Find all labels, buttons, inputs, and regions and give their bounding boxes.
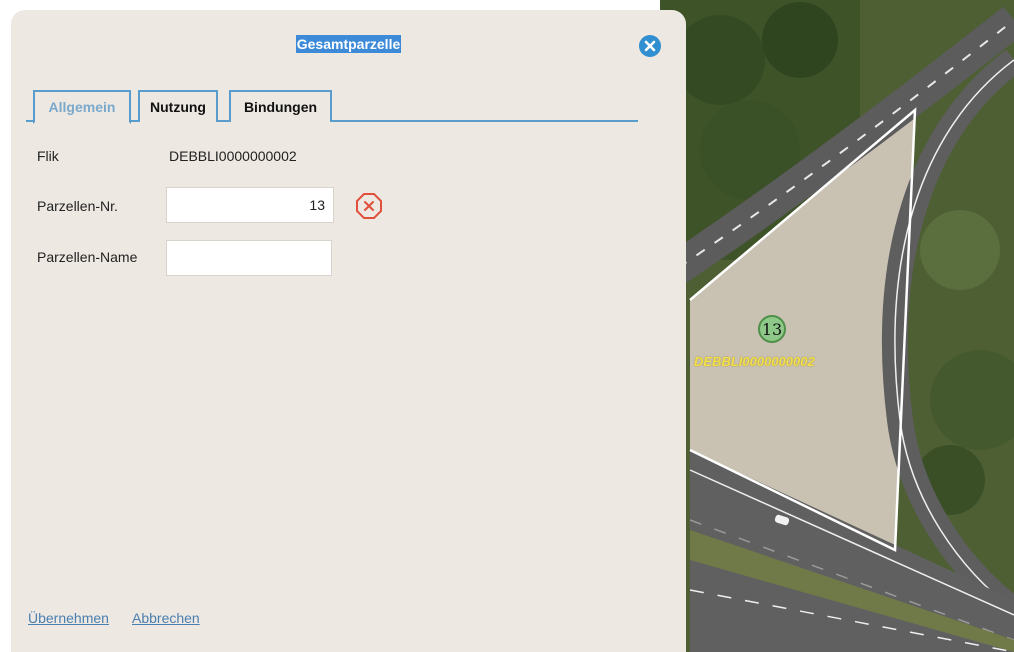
tab-allgemein[interactable]: Allgemein xyxy=(33,90,131,124)
clear-parzellen-nr-button[interactable] xyxy=(355,192,383,220)
flik-label: Flik xyxy=(37,148,59,164)
tab-nutzung[interactable]: Nutzung xyxy=(138,90,218,122)
clear-icon xyxy=(356,193,382,219)
parcel-dialog: Gesamtparzelle Allgemein Nutzung Bindung… xyxy=(11,10,686,652)
cancel-link[interactable]: Abbrechen xyxy=(132,610,200,626)
flik-value: DEBBLI0000000002 xyxy=(169,148,297,164)
dialog-title: Gesamtparzelle xyxy=(11,35,686,53)
tab-allgemein-label: Allgemein xyxy=(48,99,116,115)
tab-bindungen[interactable]: Bindungen xyxy=(229,90,332,122)
tab-nutzung-label: Nutzung xyxy=(150,99,206,115)
parzellen-nr-input[interactable] xyxy=(166,187,334,223)
close-button[interactable] xyxy=(639,35,661,57)
apply-link[interactable]: Übernehmen xyxy=(28,610,109,626)
dialog-title-text: Gesamtparzelle xyxy=(295,35,402,53)
parzellen-name-input[interactable] xyxy=(166,240,332,276)
satellite-image xyxy=(660,0,1014,652)
parzellen-nr-label: Parzellen-Nr. xyxy=(37,198,118,214)
close-icon xyxy=(644,40,656,52)
map-view[interactable] xyxy=(660,0,1014,652)
map-parcel-flik-label: DEBBLI0000000002 xyxy=(694,354,815,369)
map-parcel-number-marker[interactable]: 13 xyxy=(758,315,786,343)
parzellen-name-label: Parzellen-Name xyxy=(37,249,138,265)
tab-bindungen-label: Bindungen xyxy=(243,99,318,115)
